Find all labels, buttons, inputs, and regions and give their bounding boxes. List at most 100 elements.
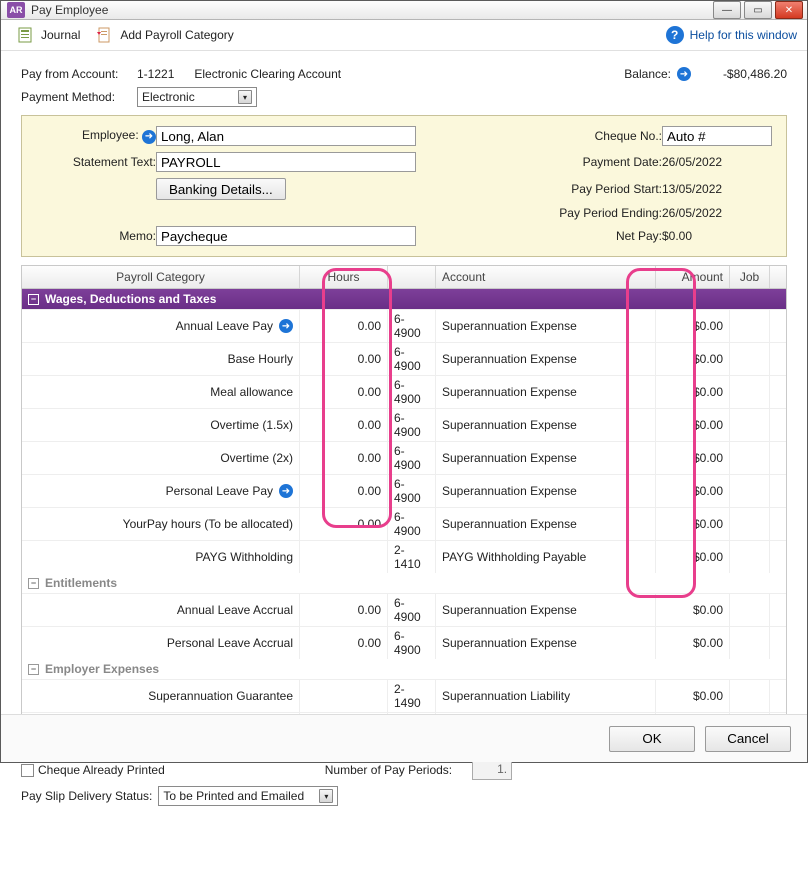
- table-row[interactable]: Superannuation Guarantee2-1490Superannua…: [22, 679, 786, 712]
- hours-cell[interactable]: 0.00: [300, 475, 388, 507]
- account-code-cell: 6-4900: [388, 508, 436, 540]
- amount-cell[interactable]: $0.00: [656, 594, 730, 626]
- pay-from-label: Pay from Account:: [21, 67, 131, 81]
- table-row[interactable]: Base Hourly0.006-4900Superannuation Expe…: [22, 342, 786, 375]
- table-row[interactable]: Annual Leave Accrual0.006-4900Superannua…: [22, 593, 786, 626]
- account-name-cell: Superannuation Expense: [436, 310, 656, 342]
- employee-field[interactable]: [156, 126, 416, 146]
- payroll-category-name: Personal Leave Accrual: [167, 636, 293, 650]
- amount-cell[interactable]: $0.00: [656, 442, 730, 474]
- amount-cell[interactable]: $0.00: [656, 409, 730, 441]
- job-cell[interactable]: [730, 594, 770, 626]
- job-cell[interactable]: [730, 343, 770, 375]
- minimize-button[interactable]: —: [713, 1, 741, 19]
- memo-field[interactable]: [156, 226, 416, 246]
- account-code-cell: 6-4900: [388, 376, 436, 408]
- col-account-code[interactable]: [388, 266, 436, 288]
- job-cell[interactable]: [730, 376, 770, 408]
- amount-cell[interactable]: $0.00: [656, 541, 730, 573]
- hours-cell[interactable]: [300, 541, 388, 573]
- hours-cell[interactable]: 0.00: [300, 409, 388, 441]
- cheque-no-field[interactable]: [662, 126, 772, 146]
- account-name-cell: Superannuation Expense: [436, 376, 656, 408]
- table-row[interactable]: Personal Leave Pay➜0.006-4900Superannuat…: [22, 474, 786, 507]
- hours-cell[interactable]: 0.00: [300, 627, 388, 659]
- hours-cell[interactable]: [300, 680, 388, 712]
- net-pay-value: $0.00: [662, 229, 772, 243]
- col-job[interactable]: Job: [730, 266, 770, 288]
- table-row[interactable]: Personal Leave Accrual0.006-4900Superann…: [22, 626, 786, 659]
- maximize-button[interactable]: ▭: [744, 1, 772, 19]
- balance-label: Balance:: [624, 67, 671, 81]
- add-payroll-category-button[interactable]: Add Payroll Category: [90, 24, 239, 46]
- account-code-cell: 6-4900: [388, 409, 436, 441]
- chevron-down-icon: ▾: [238, 90, 252, 104]
- table-row[interactable]: YourPay hours (To be allocated)0.006-490…: [22, 507, 786, 540]
- arrow-right-icon[interactable]: ➜: [279, 484, 293, 498]
- amount-cell[interactable]: $0.00: [656, 310, 730, 342]
- amount-cell[interactable]: $0.00: [656, 343, 730, 375]
- arrow-right-icon[interactable]: ➜: [279, 319, 293, 333]
- account-name-cell: Superannuation Liability: [436, 680, 656, 712]
- amount-cell[interactable]: $0.00: [656, 508, 730, 540]
- account-code-cell: 6-4900: [388, 343, 436, 375]
- section-employer-label: Employer Expenses: [45, 662, 159, 676]
- col-category[interactable]: Payroll Category: [22, 266, 300, 288]
- close-button[interactable]: ✕: [775, 1, 803, 19]
- hours-cell[interactable]: 0.00: [300, 442, 388, 474]
- job-cell[interactable]: [730, 475, 770, 507]
- hours-cell[interactable]: 0.00: [300, 310, 388, 342]
- amount-cell[interactable]: $0.00: [656, 680, 730, 712]
- arrow-right-icon[interactable]: ➜: [142, 130, 156, 144]
- payroll-category-name: Annual Leave Accrual: [177, 603, 293, 617]
- arrow-right-icon[interactable]: ➜: [677, 67, 691, 81]
- hours-cell[interactable]: 0.00: [300, 508, 388, 540]
- app-badge: AR: [7, 2, 25, 18]
- section-wages[interactable]: − Wages, Deductions and Taxes: [22, 289, 786, 309]
- section-entitlements[interactable]: − Entitlements: [22, 573, 786, 593]
- payment-method-select[interactable]: Electronic ▾: [137, 87, 257, 107]
- amount-cell[interactable]: $0.00: [656, 475, 730, 507]
- cheque-no-label: Cheque No.:: [542, 129, 662, 143]
- cheque-printed-checkbox[interactable]: Cheque Already Printed: [21, 763, 165, 777]
- add-category-label: Add Payroll Category: [120, 28, 233, 42]
- payment-date-value: 26/05/2022: [662, 155, 772, 169]
- help-link[interactable]: ? Help for this window: [666, 26, 797, 44]
- ok-button[interactable]: OK: [609, 726, 695, 752]
- banking-details-button[interactable]: Banking Details...: [156, 178, 286, 200]
- account-name-cell: PAYG Withholding Payable: [436, 541, 656, 573]
- payment-method-label: Payment Method:: [21, 90, 131, 104]
- table-row[interactable]: Overtime (1.5x)0.006-4900Superannuation …: [22, 408, 786, 441]
- section-employer[interactable]: − Employer Expenses: [22, 659, 786, 679]
- table-row[interactable]: Overtime (2x)0.006-4900Superannuation Ex…: [22, 441, 786, 474]
- statement-text-field[interactable]: [156, 152, 416, 172]
- section-entitlements-label: Entitlements: [45, 576, 117, 590]
- job-cell[interactable]: [730, 442, 770, 474]
- job-cell[interactable]: [730, 508, 770, 540]
- amount-cell[interactable]: $0.00: [656, 376, 730, 408]
- delivery-select[interactable]: To be Printed and Emailed ▾: [158, 786, 338, 806]
- payroll-category-name: Personal Leave Pay: [166, 484, 273, 498]
- delivery-label: Pay Slip Delivery Status:: [21, 789, 152, 803]
- payment-method-value: Electronic: [142, 90, 195, 104]
- journal-button[interactable]: Journal: [11, 24, 86, 46]
- num-periods-label: Number of Pay Periods:: [325, 763, 452, 777]
- table-row[interactable]: Annual Leave Pay➜0.006-4900Superannuatio…: [22, 309, 786, 342]
- amount-cell[interactable]: $0.00: [656, 627, 730, 659]
- table-row[interactable]: PAYG Withholding2-1410PAYG Withholding P…: [22, 540, 786, 573]
- col-account[interactable]: Account: [436, 266, 656, 288]
- hours-cell[interactable]: 0.00: [300, 594, 388, 626]
- table-row[interactable]: Meal allowance0.006-4900Superannuation E…: [22, 375, 786, 408]
- cancel-button[interactable]: Cancel: [705, 726, 791, 752]
- job-cell[interactable]: [730, 627, 770, 659]
- job-cell[interactable]: [730, 541, 770, 573]
- job-cell[interactable]: [730, 310, 770, 342]
- hours-cell[interactable]: 0.00: [300, 343, 388, 375]
- col-amount[interactable]: Amount: [656, 266, 730, 288]
- job-cell[interactable]: [730, 409, 770, 441]
- job-cell[interactable]: [730, 680, 770, 712]
- col-hours[interactable]: Hours: [300, 266, 388, 288]
- footer: OK Cancel: [1, 714, 807, 762]
- journal-label: Journal: [41, 28, 80, 42]
- hours-cell[interactable]: 0.00: [300, 376, 388, 408]
